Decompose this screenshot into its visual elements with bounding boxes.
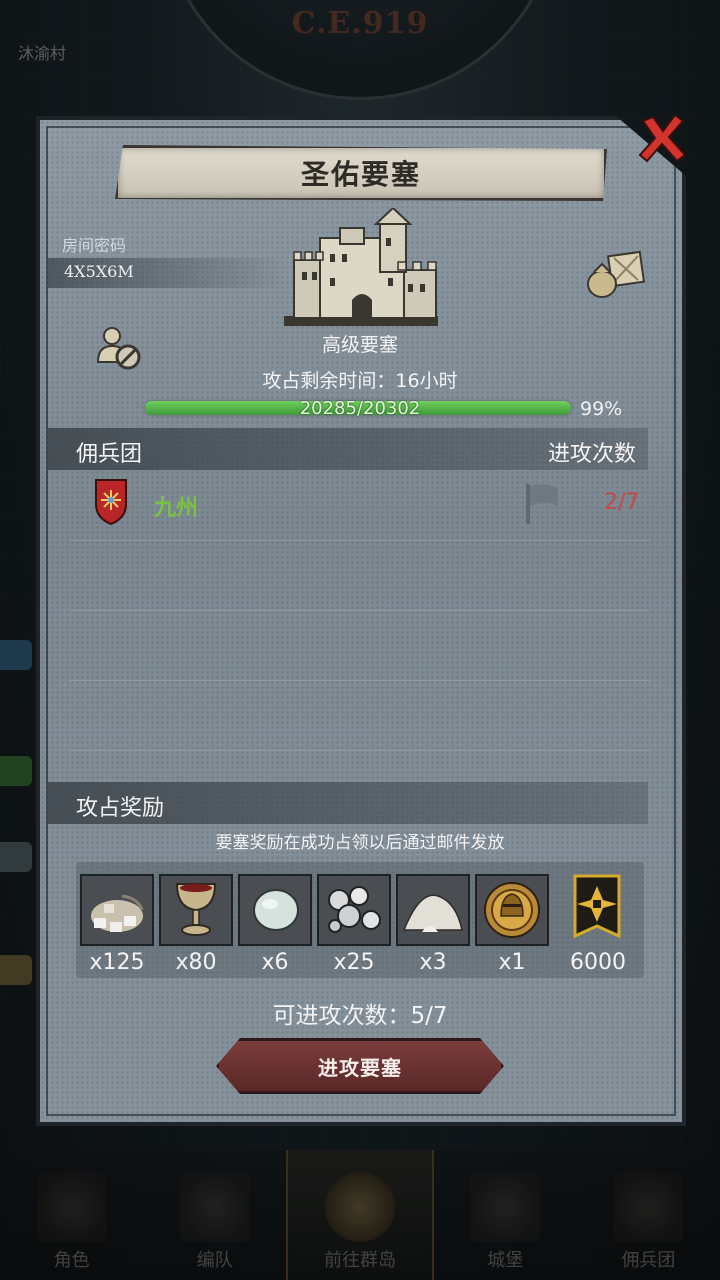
attack-count-header: 进攻次数 (548, 442, 637, 467)
guild-shield-icon (95, 479, 127, 526)
room-code-label: 房间密码 (62, 236, 127, 255)
mercenary-name: 九州 (154, 496, 199, 521)
fortress-hp-bar: 20285/20302 (145, 398, 575, 419)
close-icon (638, 113, 687, 163)
gem-icon (240, 876, 310, 944)
fortress-castle-icon (284, 208, 438, 326)
ore-pile-icon (82, 876, 152, 944)
row-divider (70, 750, 650, 751)
reward-count: x125 (89, 950, 145, 975)
knight-medal-icon (477, 876, 547, 944)
reward-count: x25 (333, 950, 375, 975)
reward-item[interactable]: x125 (80, 874, 154, 975)
rank-banner-icon (573, 874, 621, 939)
mercenary-attacks: 2/7 (604, 490, 640, 515)
hp-bar-text: 20285/20302 (299, 398, 421, 419)
loot-bag-icon[interactable] (584, 248, 646, 300)
reward-item[interactable]: x6 (238, 874, 312, 975)
row-divider (70, 680, 650, 681)
mercenary-header: 佣兵团 (76, 442, 143, 467)
capture-time-remaining: 攻占剩余时间：16小时 (262, 370, 458, 392)
flag-icon (526, 484, 558, 524)
reward-count: x3 (419, 950, 447, 975)
reward-item[interactable]: x80 (159, 874, 233, 975)
reward-count: x80 (175, 950, 217, 975)
reward-item[interactable]: 6000 (561, 874, 635, 975)
reward-count: x6 (261, 950, 289, 975)
reward-count: 6000 (570, 950, 626, 975)
silver-orbs-icon (319, 876, 389, 944)
fortress-level: 高级要塞 (321, 334, 398, 356)
attack-fortress-button[interactable]: 进攻要塞 (216, 1038, 504, 1094)
row-divider (70, 540, 650, 541)
available-attacks: 可进攻次数：5/7 (272, 1003, 448, 1029)
powder-pile-icon (398, 876, 468, 944)
rewards-note: 要塞奖励在成功占领以后通过邮件发放 (215, 833, 505, 853)
room-code-value[interactable]: 4X5X6M (64, 262, 134, 281)
reward-count: x1 (498, 950, 526, 975)
goblet-icon (161, 876, 231, 944)
title-plate: 圣佑要塞 (115, 145, 607, 201)
dialog-title: 圣佑要塞 (300, 158, 421, 191)
mercenary-row[interactable]: 九州 2/7 (70, 478, 650, 536)
reward-item[interactable]: x25 (317, 874, 391, 975)
attack-button-label: 进攻要塞 (318, 1055, 402, 1080)
rewards-header: 攻占奖励 (76, 796, 165, 821)
close-button[interactable] (632, 108, 692, 168)
reward-item[interactable]: x1 (475, 874, 549, 975)
reward-item[interactable]: x3 (396, 874, 470, 975)
row-divider (70, 610, 650, 611)
hp-percent: 99% (580, 398, 623, 420)
